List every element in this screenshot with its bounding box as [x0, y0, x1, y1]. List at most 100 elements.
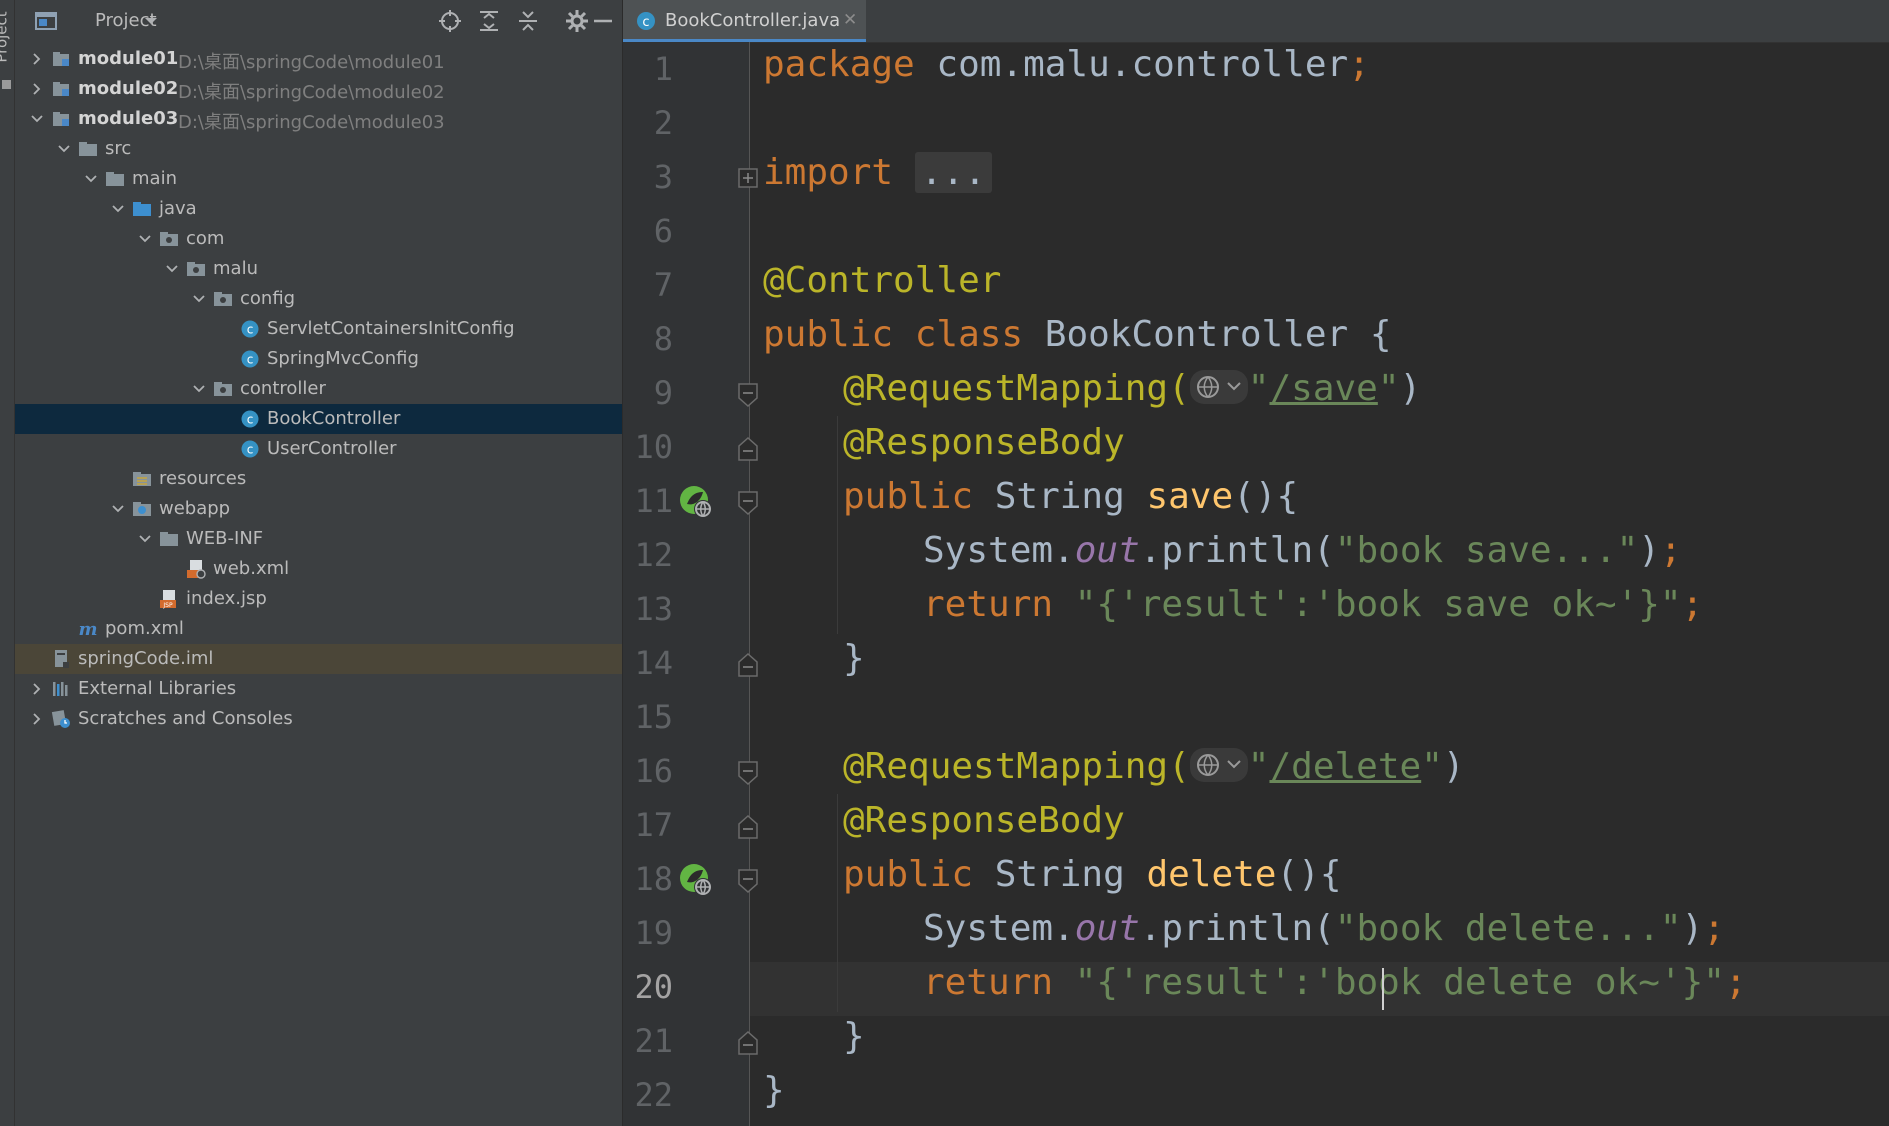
fold-end-icon[interactable] — [737, 814, 759, 840]
string-quote: " — [1247, 746, 1270, 787]
class-declaration: BookController { — [1023, 314, 1392, 355]
code-line-13: return "{'result':'book save ok~'}"; — [923, 584, 1703, 638]
brace: } — [763, 1070, 785, 1111]
url-globe-inlay-icon[interactable] — [1189, 370, 1248, 404]
project-stripe-button[interactable]: Project — [0, 2, 14, 72]
fold-collapse-icon[interactable] — [737, 760, 759, 786]
chevron-down-icon[interactable] — [143, 10, 159, 30]
code-line-18: public String delete(){ — [843, 854, 1342, 908]
line-number: 21 — [634, 1022, 673, 1060]
tree-item-external-libraries[interactable]: External Libraries — [15, 674, 622, 704]
tree-item-resources[interactable]: resources — [15, 464, 622, 494]
svg-text:c: c — [247, 413, 254, 427]
fold-collapse-icon[interactable] — [737, 382, 759, 408]
tree-item-label: External Libraries — [78, 678, 237, 699]
minimize-icon[interactable] — [590, 8, 616, 34]
tree-item-module02[interactable]: module02 D:\桌面\springCode\module02 — [15, 74, 622, 104]
chevron-down-icon[interactable] — [110, 201, 126, 217]
chevron-right-icon[interactable] — [29, 711, 45, 727]
tree-item-src[interactable]: src — [15, 134, 622, 164]
chevron-right-icon[interactable] — [29, 51, 45, 67]
collapse-all-icon[interactable] — [515, 8, 541, 34]
gear-icon[interactable] — [564, 8, 590, 34]
folded-imports[interactable]: ... — [914, 152, 992, 193]
tree-item-malu[interactable]: malu — [15, 254, 622, 284]
tree-item-webapp[interactable]: webapp — [15, 494, 622, 524]
chevron-down-icon[interactable] — [56, 141, 72, 157]
string-quote: " — [1377, 368, 1400, 409]
code-line-3: import ... — [763, 152, 992, 206]
tree-item-usercontroller[interactable]: c UserController — [15, 434, 622, 464]
line-number: 22 — [634, 1076, 673, 1114]
source-folder-icon — [133, 202, 151, 216]
maven-icon: m — [78, 619, 97, 639]
tree-item-springmvcconfig[interactable]: c SpringMvcConfig — [15, 344, 622, 374]
tree-item-label: web.xml — [213, 558, 290, 579]
url-path[interactable]: /save — [1269, 368, 1377, 409]
editor-tab-bar: c BookController.java ✕ — [623, 0, 1889, 43]
fold-end-icon[interactable] — [737, 436, 759, 462]
fold-end-icon[interactable] — [737, 652, 759, 678]
code-line-14: } — [843, 638, 865, 692]
tab-bookcontroller[interactable]: c BookController.java ✕ — [623, 0, 866, 42]
tree-item-servletcontainersinitconfig[interactable]: c ServletContainersInitConfig — [15, 314, 622, 344]
web-endpoint-icon[interactable] — [678, 862, 714, 898]
chevron-down-icon[interactable] — [191, 381, 207, 397]
line-number: 7 — [653, 266, 673, 304]
code-editor[interactable]: c BookController.java ✕ 1 2 3 6 7 8 9 10 11 12 13 1… — [623, 0, 1889, 1126]
tool-window-stripe: Project — [0, 0, 15, 1126]
chevron-down-icon[interactable] — [164, 261, 180, 277]
code-line-12: System.out.println("book save..."); — [923, 530, 1682, 584]
method-call: .println( — [1139, 530, 1335, 571]
tree-item-main[interactable]: main — [15, 164, 622, 194]
svg-text:c: c — [247, 443, 254, 457]
module-folder-icon — [53, 52, 69, 66]
tree-item-pom-xml[interactable]: m pom.xml — [15, 614, 622, 644]
fold-collapse-icon[interactable] — [737, 868, 759, 894]
chevron-right-icon[interactable] — [29, 681, 45, 697]
tree-item-label: main — [132, 168, 177, 189]
tree-item-config[interactable]: config — [15, 284, 622, 314]
tree-item-index-jsp[interactable]: JSP index.jsp — [15, 584, 622, 614]
java-class-icon: c — [241, 350, 259, 368]
fold-expand-icon[interactable] — [737, 166, 759, 192]
fold-end-icon[interactable] — [737, 1030, 759, 1056]
tree-item-bookcontroller[interactable]: c BookController — [15, 404, 622, 434]
chevron-right-icon[interactable] — [29, 81, 45, 97]
line-number: 1 — [653, 50, 673, 88]
expand-all-icon[interactable] — [476, 8, 502, 34]
line-number: 6 — [653, 212, 673, 250]
tree-item-springcode-iml[interactable]: springCode.iml — [15, 644, 622, 674]
url-globe-inlay-icon[interactable] — [1189, 748, 1248, 782]
keyword: public class — [763, 314, 1024, 355]
project-view-icon — [35, 12, 57, 30]
chevron-down-icon[interactable] — [137, 231, 153, 247]
tree-item-label: ServletContainersInitConfig — [267, 318, 515, 339]
chevron-down-icon[interactable] — [110, 501, 126, 517]
scratches-icon — [51, 710, 70, 728]
tree-item-path: D:\桌面\springCode\module01 — [178, 52, 445, 73]
chevron-down-icon[interactable] — [137, 531, 153, 547]
tree-item-com[interactable]: com — [15, 224, 622, 254]
tab-close-button[interactable]: ✕ — [843, 10, 857, 30]
keyword: public — [843, 476, 974, 517]
locate-icon[interactable] — [437, 8, 463, 34]
chevron-down-icon[interactable] — [83, 171, 99, 187]
tree-item-web-inf[interactable]: WEB-INF — [15, 524, 622, 554]
tree-item-java[interactable]: java — [15, 194, 622, 224]
tree-item-controller[interactable]: controller — [15, 374, 622, 404]
url-path[interactable]: /delete — [1269, 746, 1421, 787]
tree-item-module03[interactable]: module03 D:\桌面\springCode\module03 — [15, 104, 622, 134]
gutter-separator — [749, 42, 750, 1126]
tree-item-scratches-and-consoles[interactable]: Scratches and Consoles — [15, 704, 622, 734]
tree-item-label: src — [105, 138, 132, 159]
code-line-9: @RequestMapping("/save") — [843, 368, 1421, 422]
web-endpoint-icon[interactable] — [678, 484, 714, 520]
fold-collapse-icon[interactable] — [737, 490, 759, 516]
chevron-down-icon[interactable] — [191, 291, 207, 307]
line-number: 15 — [634, 698, 673, 736]
libraries-icon — [53, 682, 68, 696]
tree-item-web-xml[interactable]: web.xml — [15, 554, 622, 584]
tree-item-module01[interactable]: module01 D:\桌面\springCode\module01 — [15, 44, 622, 74]
chevron-down-icon[interactable] — [29, 111, 45, 127]
